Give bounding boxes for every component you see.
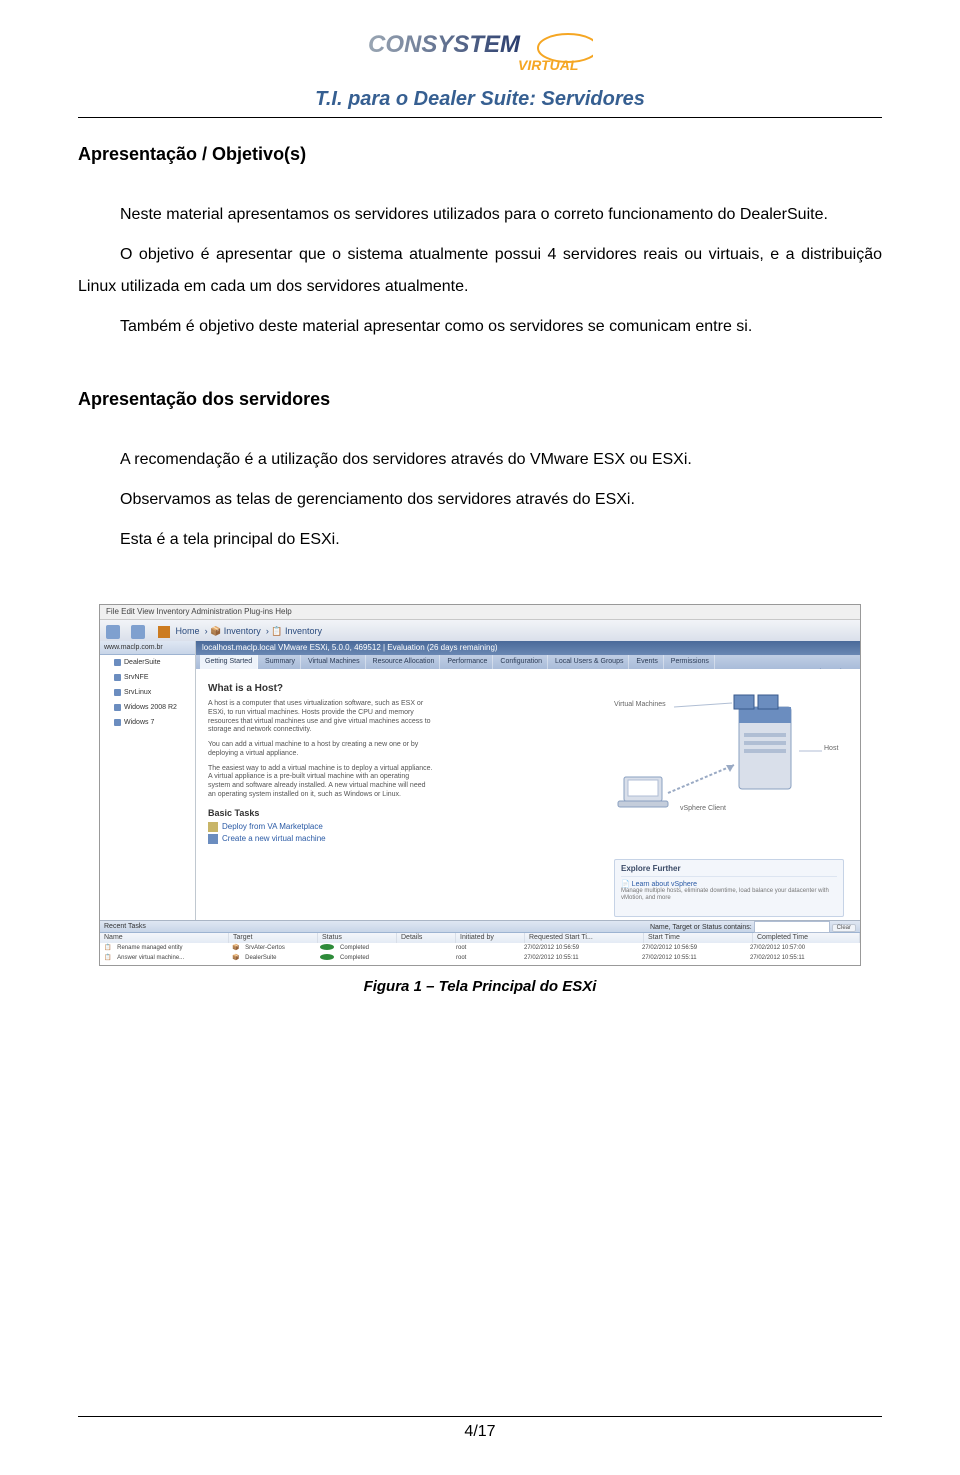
content-paragraph: You can add a virtual machine to a host … [208, 741, 433, 759]
paragraph: Também é objetivo deste material apresen… [78, 311, 882, 343]
page-header-title: T.I. para o Dealer Suite: Servidores [78, 88, 882, 111]
col-completed[interactable]: Completed Time [753, 933, 860, 943]
esxi-screenshot: File Edit View Inventory Administration … [99, 604, 861, 966]
tab-resource-allocation[interactable]: Resource Allocation [368, 655, 441, 669]
paragraph: A recomendação é a utilização dos servid… [78, 444, 882, 476]
tab-configuration[interactable]: Configuration [495, 655, 548, 669]
recent-tasks-panel: Recent Tasks Name, Target or Status cont… [100, 920, 860, 965]
vm-icon [114, 674, 121, 681]
task-row[interactable]: 📋 Answer virtual machine... 📦 DealerSuit… [100, 953, 860, 963]
tasks-filter-label: Name, Target or Status contains: [650, 924, 752, 931]
explore-further-panel: Explore Further 📄 Learn about vSphere Ma… [614, 859, 844, 917]
vm-icon [114, 719, 121, 726]
section-heading-objectives: Apresentação / Objetivo(s) [78, 144, 882, 165]
sidebar-item[interactable]: SrvLinux [100, 685, 195, 700]
logo: CONSYSTEM VIRTUAL [78, 30, 882, 80]
col-details[interactable]: Details [397, 933, 456, 943]
tab-permissions[interactable]: Permissions [666, 655, 715, 669]
content-paragraph: The easiest way to add a virtual machine… [208, 765, 433, 800]
tasks-clear-button[interactable]: Clear [832, 924, 856, 932]
sidebar-item[interactable]: Widows 7 [100, 715, 195, 730]
col-requested[interactable]: Requested Start Ti... [525, 933, 644, 943]
diagram-label-client: vSphere Client [680, 805, 726, 812]
tab-virtual-machines[interactable]: Virtual Machines [303, 655, 366, 669]
new-vm-icon [208, 834, 218, 844]
svg-text:VIRTUAL: VIRTUAL [518, 57, 578, 73]
back-icon[interactable] [106, 625, 120, 639]
footer-rule [78, 1416, 882, 1417]
diagram-label-vm: Virtual Machines [614, 701, 666, 708]
deploy-marketplace-link[interactable]: Deploy from VA Marketplace [208, 822, 848, 832]
tab-strip: Getting Started Summary Virtual Machines… [196, 655, 860, 670]
sidebar-root[interactable]: www.maclp.com.br [100, 641, 195, 655]
col-status[interactable]: Status [318, 933, 397, 943]
section-heading-servers: Apresentação dos servidores [78, 389, 882, 410]
home-icon[interactable] [158, 626, 170, 638]
col-start[interactable]: Start Time [644, 933, 753, 943]
tasks-filter-input[interactable] [754, 921, 830, 933]
explore-heading: Explore Further [621, 864, 837, 873]
task-row[interactable]: 📋 Rename managed entity 📦 SrvAter-Certos… [100, 943, 860, 953]
vm-icon [114, 659, 121, 666]
paragraph: O objetivo é apresentar que o sistema at… [78, 239, 882, 303]
vm-icon [114, 689, 121, 696]
sidebar-item[interactable]: DealerSuite [100, 655, 195, 670]
tab-performance[interactable]: Performance [442, 655, 493, 669]
paragraph: Observamos as telas de gerenciamento dos… [78, 484, 882, 516]
paragraph: Neste material apresentamos os servidore… [78, 199, 882, 231]
tab-summary[interactable]: Summary [260, 655, 301, 669]
figure-caption: Figura 1 – Tela Principal do ESXi [78, 978, 882, 995]
menubar[interactable]: File Edit View Inventory Administration … [100, 605, 860, 620]
breadcrumb-inventory-leaf[interactable]: Inventory [285, 626, 322, 636]
learn-vsphere-desc: Manage multiple hosts, eliminate downtim… [621, 888, 837, 902]
tasks-columns: Name Target Status Details Initiated by … [100, 933, 860, 943]
vm-icon [114, 704, 121, 711]
sidebar-item[interactable]: Widows 2008 R2 [100, 700, 195, 715]
toolbar[interactable]: Home › 📦 Inventory › 📋 Inventory [100, 620, 860, 643]
col-target[interactable]: Target [229, 933, 318, 943]
status-ok-icon [320, 954, 334, 960]
host-diagram: Virtual Machines Host vSphere Client [584, 689, 844, 819]
svg-text:CONSYSTEM: CONSYSTEM [368, 31, 521, 58]
breadcrumb-inventory[interactable]: Inventory [224, 626, 261, 636]
recent-tasks-heading: Recent Tasks [104, 921, 146, 932]
status-ok-icon [320, 944, 334, 950]
host-title: localhost.maclp.local VMware ESXi, 5.0.0… [196, 641, 860, 655]
forward-icon[interactable] [131, 625, 145, 639]
breadcrumb-home[interactable]: Home [176, 626, 200, 636]
create-vm-link[interactable]: Create a new virtual machine [208, 834, 848, 844]
col-name[interactable]: Name [100, 933, 229, 943]
page-number: 4/17 [464, 1423, 495, 1440]
col-initiated[interactable]: Initiated by [456, 933, 525, 943]
paragraph: Esta é a tela principal do ESXi. [78, 524, 882, 556]
deploy-icon [208, 822, 218, 832]
diagram-label-host: Host [824, 745, 838, 752]
sidebar-item[interactable]: SrvNFE [100, 670, 195, 685]
tab-getting-started[interactable]: Getting Started [200, 655, 258, 669]
content-paragraph: A host is a computer that uses virtualiz… [208, 700, 433, 735]
tab-events[interactable]: Events [631, 655, 663, 669]
header-rule [78, 117, 882, 118]
sidebar: www.maclp.com.br DealerSuite SrvNFE SrvL… [100, 641, 196, 921]
learn-vsphere-link[interactable]: 📄 Learn about vSphere Manage multiple ho… [621, 876, 837, 902]
tab-local-users[interactable]: Local Users & Groups [550, 655, 629, 669]
